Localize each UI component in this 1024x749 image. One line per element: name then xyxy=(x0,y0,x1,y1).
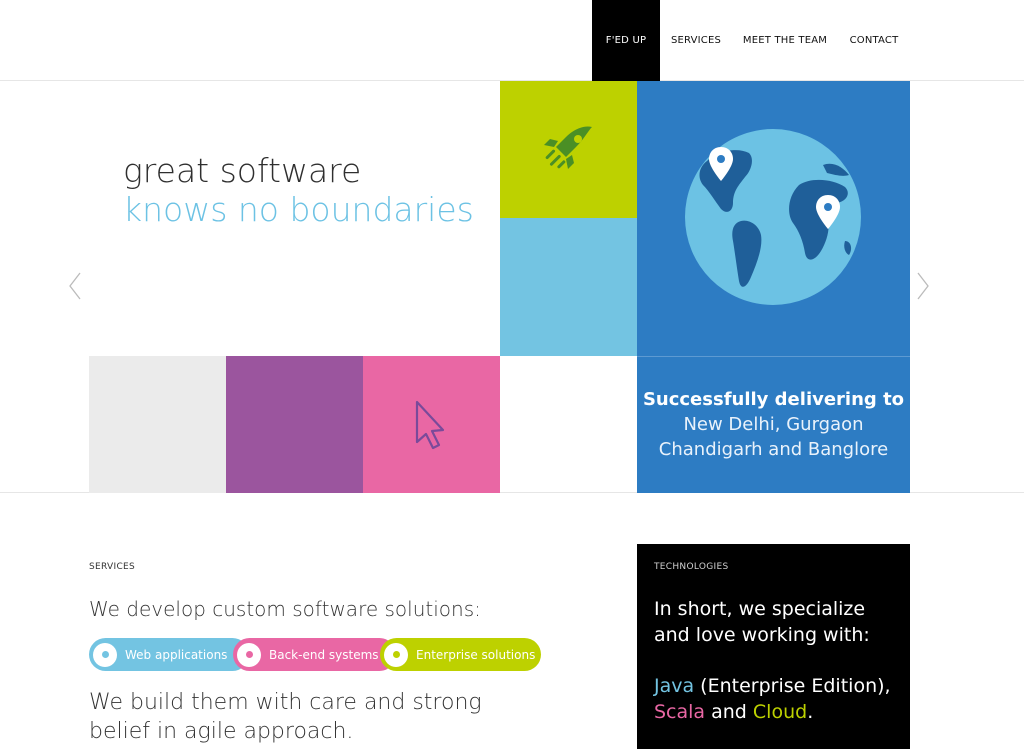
nav-item-services[interactable]: SERVICES xyxy=(666,0,726,81)
delivering-line1: New Delhi, Gurgaon xyxy=(683,414,864,435)
hero-title-line2: knows no boundaries xyxy=(123,190,474,229)
cursor-icon xyxy=(415,400,445,450)
slider-next-button[interactable] xyxy=(914,271,934,301)
sky-tile xyxy=(500,218,637,356)
cursor-tile xyxy=(363,356,500,493)
service-pill-label: Back-end systems xyxy=(269,647,379,662)
technologies-panel: TECHNOLOGIES In short, we specialize and… xyxy=(637,544,910,749)
tech-scala: Scala xyxy=(654,701,706,723)
delivering-tile: Successfully delivering to New Delhi, Gu… xyxy=(637,356,910,493)
hero-title-line1: great software xyxy=(123,151,362,190)
grey-tile xyxy=(89,356,226,493)
rocket-tile xyxy=(500,81,637,218)
bullet-icon xyxy=(237,642,261,667)
service-pill-web-applications[interactable]: Web applications xyxy=(89,638,249,671)
services-heading: We develop custom software solutions: xyxy=(89,597,481,621)
hero-title: great software knows no boundaries xyxy=(123,151,474,229)
nav-item-contact[interactable]: CONTACT xyxy=(842,0,906,81)
technologies-label: TECHNOLOGIES xyxy=(654,562,729,572)
chevron-right-icon xyxy=(917,272,929,300)
delivering-text: Successfully delivering to New Delhi, Gu… xyxy=(637,387,910,462)
delivering-title: Successfully delivering to xyxy=(642,389,905,410)
service-pill-enterprise-solutions[interactable]: Enterprise solutions xyxy=(380,638,541,671)
top-navigation: F'ED UP SERVICES MEET THE TEAM CONTACT xyxy=(0,0,1024,81)
delivering-line2: Chandigarh and Banglore xyxy=(658,439,889,460)
tech-period: . xyxy=(807,701,814,723)
hero-slider: great software knows no boundaries Succe… xyxy=(0,81,1024,493)
globe-icon xyxy=(685,129,861,305)
tech-cloud: Cloud xyxy=(752,701,808,723)
nav-item-meet-the-team[interactable]: MEET THE TEAM xyxy=(740,0,830,81)
service-pill-label: Web applications xyxy=(125,647,228,662)
purple-tile xyxy=(226,356,363,493)
nav-item-fed-up[interactable]: F'ED UP xyxy=(592,0,660,81)
service-pill-label: Enterprise solutions xyxy=(416,647,536,662)
technologies-intro: In short, we specialize and love working… xyxy=(654,598,870,646)
chevron-left-icon xyxy=(69,272,81,300)
tech-and: and xyxy=(705,701,753,723)
technologies-list: Java (Enterprise Edition), Scala and Clo… xyxy=(654,673,904,725)
services-body: We build them with care and strong belie… xyxy=(89,690,482,744)
globe-tile xyxy=(637,81,910,356)
rocket-icon xyxy=(544,126,592,169)
bullet-icon xyxy=(384,642,408,667)
slider-prev-button[interactable] xyxy=(66,271,86,301)
tech-java-suffix: (Enterprise Edition), xyxy=(694,675,891,697)
services-label: SERVICES xyxy=(89,562,136,572)
bullet-icon xyxy=(93,642,117,667)
service-pill-back-end-systems[interactable]: Back-end systems xyxy=(233,638,396,671)
tech-java: Java xyxy=(654,675,695,697)
